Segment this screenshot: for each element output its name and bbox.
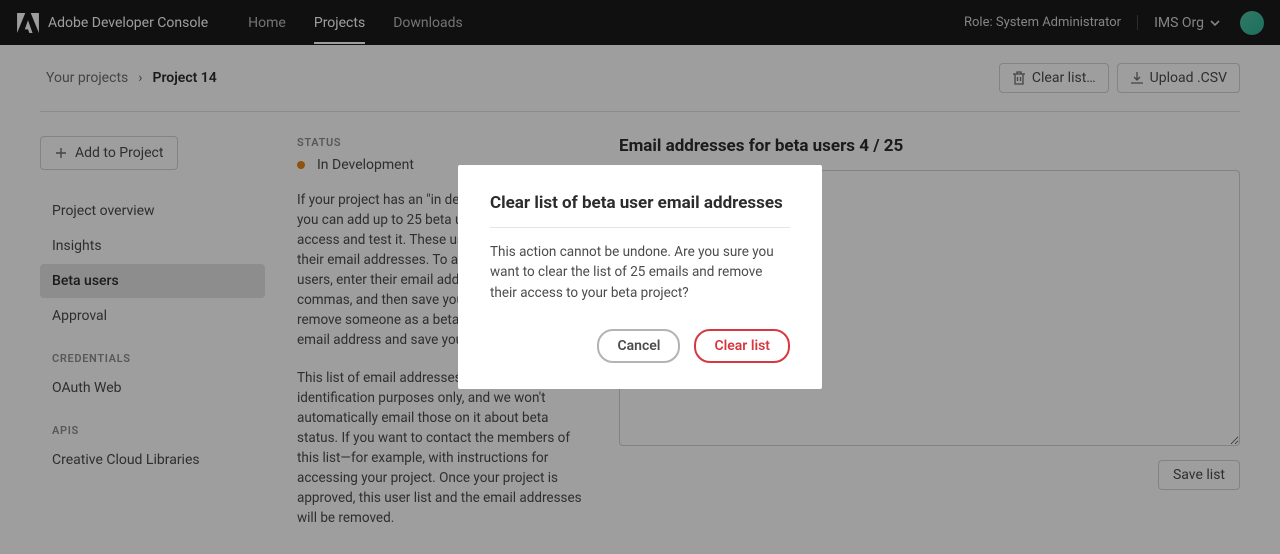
modal-actions: Cancel Clear list [490,329,790,363]
clear-list-modal: Clear list of beta user email addresses … [458,165,822,389]
modal-body: This action cannot be undone. Are you su… [490,242,790,303]
confirm-clear-button[interactable]: Clear list [694,329,790,363]
cancel-button[interactable]: Cancel [597,329,680,363]
modal-title: Clear list of beta user email addresses [490,193,790,228]
modal-overlay[interactable]: Clear list of beta user email addresses … [0,0,1280,554]
